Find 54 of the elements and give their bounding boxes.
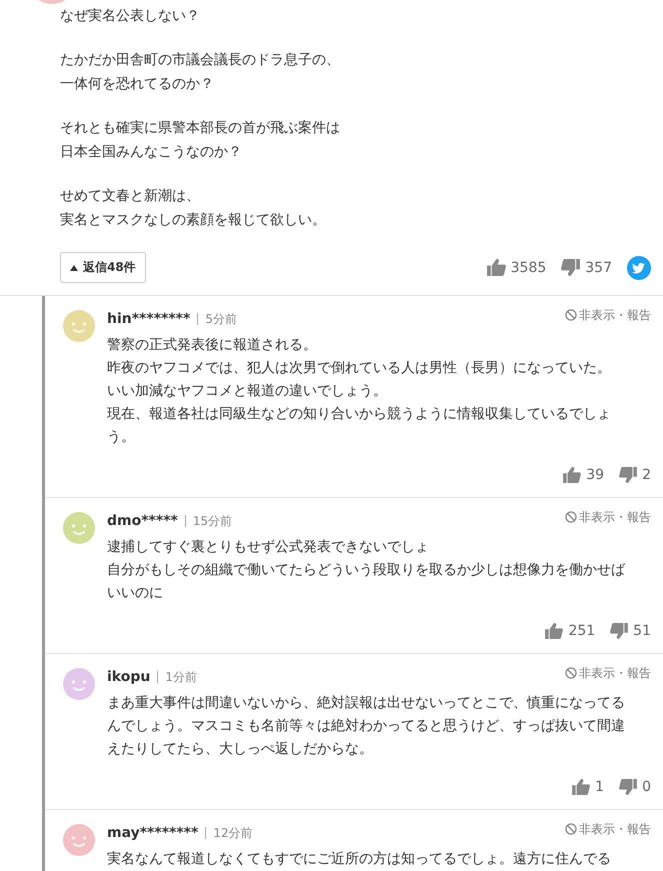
reply-text: 昨夜のヤフコメでは、犯人は次男で倒れている人は男性（長男）になっていた。 <box>107 359 612 378</box>
like-count: 1 <box>595 779 604 795</box>
comment-text: せめて文春と新潮は、 <box>60 188 200 204</box>
dislike-count: 0 <box>642 779 651 795</box>
user-name[interactable]: hin******** <box>107 311 190 327</box>
comment-text: たかだか田舎町の市議会議長のドラ息子の、 <box>60 52 340 68</box>
like-count: 39 <box>586 467 604 483</box>
thumbs-up-icon[interactable] <box>486 259 506 276</box>
thumbs-up-icon[interactable] <box>563 467 582 483</box>
hide-report-link[interactable]: 非表示・報告 <box>579 820 651 838</box>
post-time: 1分前 <box>165 668 197 686</box>
user-name[interactable]: may******** <box>107 825 198 841</box>
caret-up-icon <box>70 264 78 270</box>
thumbs-up-icon[interactable] <box>572 779 590 795</box>
reply-text: 現在、報道各社は同級生などの知り合いから競うように情報収集しているでしょう。 <box>107 405 612 447</box>
dislike-count: 357 <box>585 260 612 276</box>
reply-text: 逮捕してすぐ裏とりもせず公式発表できないでしょ <box>107 538 430 557</box>
replies-toggle-button[interactable]: 返信48件 <box>60 252 146 283</box>
post-time: 5分前 <box>205 310 237 328</box>
smiley-avatar-icon <box>63 824 95 856</box>
comment-text: 実名とマスクなしの素顔を報じて欲しい。 <box>60 212 326 228</box>
thumbs-down-icon[interactable] <box>610 623 628 639</box>
hide-icon[interactable] <box>565 511 577 523</box>
like-count: 3585 <box>510 260 546 276</box>
comment-text: 一体何を恐れてるのか？ <box>60 76 214 92</box>
post-time: 12分前 <box>213 824 253 842</box>
comment-text: なぜ実名公表しない？ <box>60 8 200 24</box>
thumbs-down-icon[interactable] <box>619 779 638 795</box>
thumbs-up-icon[interactable] <box>545 623 564 639</box>
post-time: 15分前 <box>192 512 232 530</box>
reply-text: まあ重大事件は間違いないから、絶対誤報は出せないってとこで、慎重になってるんでしょう。マスコミも名前等々は絶対わかってると思うけど、すっぱ抜いて間違えたりしてたら、大しっぺ返しだからな。 <box>107 694 626 759</box>
comment-text: それとも確実に県警本部長の首が飛ぶ案件は <box>60 120 340 136</box>
reply-text: 実名なんて報道しなくてもすでにご近所の方は知ってるでしょ。遠方に住んでる <box>107 850 612 869</box>
thumbs-down-icon[interactable] <box>619 467 638 483</box>
hide-report-link[interactable]: 非表示・報告 <box>579 306 651 324</box>
hide-icon[interactable] <box>565 667 577 679</box>
user-name[interactable]: ikopu <box>107 669 150 685</box>
hide-report-link[interactable]: 非表示・報告 <box>579 508 651 526</box>
like-count: 251 <box>568 623 596 639</box>
hide-icon[interactable] <box>565 309 577 321</box>
smiley-avatar-icon <box>63 668 95 700</box>
reply-text: 警察の正式発表後に報道される。 <box>107 336 318 355</box>
thumbs-down-icon[interactable] <box>561 259 580 276</box>
comment-text: 日本全国みんなこうなのか？ <box>60 144 242 160</box>
dislike-count: 51 <box>633 623 651 639</box>
hide-icon[interactable] <box>565 823 577 835</box>
reply-text: 自分がもしその組織で働いてたらどういう段取りを取るか少しは想像力を働かせばいいのに <box>107 561 626 603</box>
hide-report-link[interactable]: 非表示・報告 <box>579 664 651 682</box>
reply-text: いい加減なヤフコメと報道の違いでしょう。 <box>107 382 388 401</box>
dislike-count: 2 <box>642 467 651 483</box>
user-name[interactable]: dmo***** <box>107 513 178 529</box>
smiley-avatar-icon <box>63 310 95 342</box>
bird-icon[interactable] <box>627 256 651 280</box>
smiley-avatar-icon <box>63 512 95 544</box>
